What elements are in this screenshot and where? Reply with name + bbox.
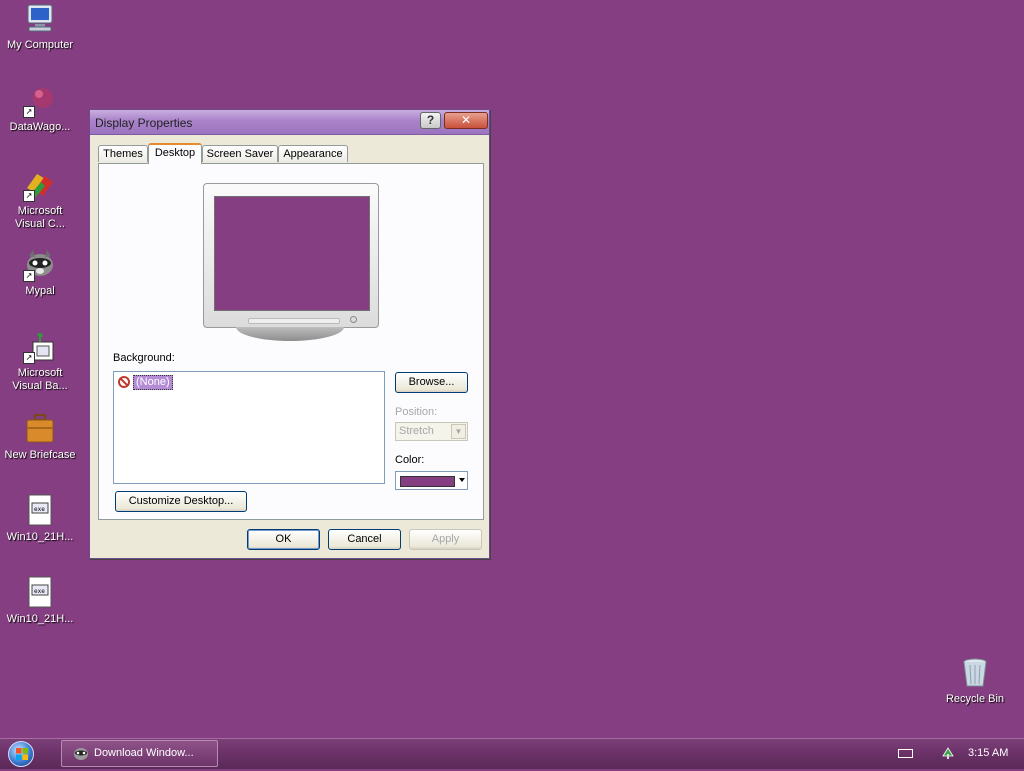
visual-basic-icon: ↗ [23,330,57,364]
monitor-slot [248,318,340,324]
close-icon: ✕ [460,113,472,127]
browse-button[interactable]: Browse... [395,372,468,393]
mypal-icon: ↗ [23,248,57,282]
taskbar: Download Window... 3:15 AM [0,738,1024,769]
none-icon [118,376,130,388]
clock[interactable]: 3:15 AM [968,747,1008,759]
desktop-icon-win10-file-1[interactable]: exe Win10_21H... [0,494,80,544]
keyboard-icon[interactable] [898,749,913,758]
desktop-icon-label: Mypal [25,285,55,297]
desktop-icon-win10-file-2[interactable]: exe Win10_21H... [0,576,80,626]
mypal-icon [73,746,89,760]
computer-icon [23,2,57,36]
briefcase-icon [23,412,57,446]
datawagon-icon: ↗ [23,84,57,118]
position-value: Stretch [399,425,434,437]
customize-desktop-button[interactable]: Customize Desktop... [115,491,247,512]
document-icon: exe [23,576,57,610]
monitor-preview [203,183,379,328]
tab-appearance[interactable]: Appearance [278,145,348,162]
desktop-icon-my-computer[interactable]: My Computer [0,2,80,52]
document-icon: exe [23,494,57,528]
shortcut-arrow-icon: ↗ [23,352,35,364]
ok-button[interactable]: OK [247,529,320,550]
tab-themes[interactable]: Themes [98,145,148,162]
desktop-preview-screen [214,196,370,311]
background-label: Background: [113,352,175,364]
svg-text:exe: exe [34,506,45,513]
recycle-bin-icon [958,656,992,690]
network-icon[interactable] [940,744,956,760]
color-picker[interactable] [395,471,468,490]
desktop-icon-label: New Briefcase [4,449,76,461]
desktop-icon-label: Recycle Bin [945,693,1005,705]
start-button[interactable] [8,741,34,767]
taskbar-button-label: Download Window... [94,747,194,759]
desktop-tab-panel: Background: (None) Browse... Position: S… [98,163,484,520]
desktop-icon-label: Win10_21H... [6,613,74,625]
shortcut-arrow-icon: ↗ [23,106,35,118]
help-button[interactable]: ? [420,112,441,129]
chevron-down-icon [459,478,465,482]
list-item-label: (None) [133,374,173,390]
desktop-icon-label: DataWago... [9,121,71,133]
desktop-icon-new-briefcase[interactable]: New Briefcase [0,412,80,462]
chevron-down-icon: ▼ [451,424,466,439]
tab-desktop[interactable]: Desktop [148,143,202,164]
position-select[interactable]: Stretch ▼ [395,422,468,441]
display-properties-dialog: Display Properties ? ✕ Themes Desktop Sc… [89,109,490,559]
help-icon: ? [426,113,435,127]
cancel-button[interactable]: Cancel [328,529,401,550]
desktop-icon-label: Win10_21H... [6,531,74,543]
color-swatch [400,476,455,487]
shortcut-arrow-icon: ↗ [23,190,35,202]
dialog-title: Display Properties [95,116,193,130]
desktop-icon-mypal[interactable]: ↗ Mypal [0,248,80,298]
windows-logo-icon [16,748,28,760]
background-list[interactable]: (None) [113,371,385,484]
visual-c-icon: ↗ [23,168,57,202]
desktop-icon-visual-basic[interactable]: ↗ Microsoft Visual Ba... [0,330,80,393]
color-label: Color: [395,454,425,466]
list-item[interactable]: (None) [118,374,173,390]
tab-screen-saver[interactable]: Screen Saver [202,145,278,162]
svg-text:exe: exe [34,588,45,595]
monitor-power-led [350,316,357,323]
shortcut-arrow-icon: ↗ [23,270,35,282]
desktop-icon-visual-c[interactable]: ↗ Microsoft Visual C... [0,168,80,231]
desktop-icon-recycle-bin[interactable]: Recycle Bin [935,656,1015,706]
desktop-icon-label: Microsoft Visual Ba... [12,367,68,392]
monitor-stand [236,327,344,341]
position-label: Position: [395,406,438,418]
desktop-icon-label: Microsoft Visual C... [15,205,65,230]
dialog-titlebar[interactable]: Display Properties ? ✕ [90,110,489,135]
taskbar-button-download-window[interactable]: Download Window... [61,740,218,767]
apply-button[interactable]: Apply [409,529,482,550]
desktop-icon-datawagon[interactable]: ↗ DataWago... [0,84,80,134]
close-button[interactable]: ✕ [444,112,488,129]
desktop-icon-label: My Computer [6,39,74,51]
